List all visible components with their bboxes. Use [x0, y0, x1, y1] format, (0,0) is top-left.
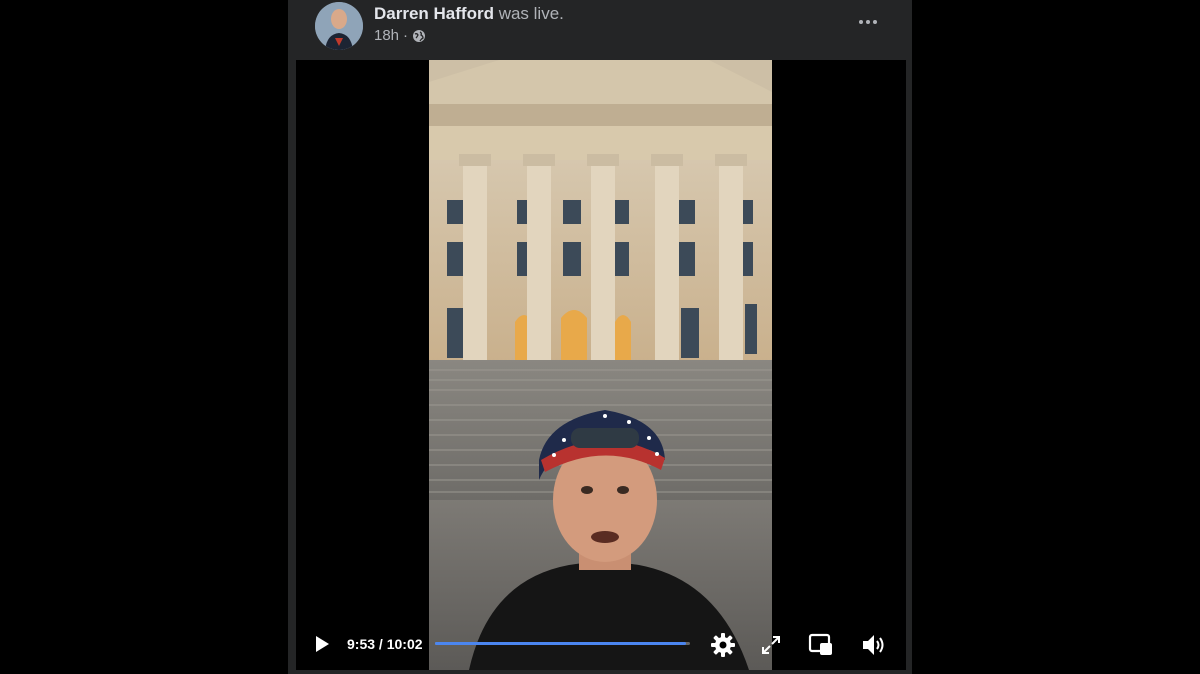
time-display: 9:53 / 10:02: [347, 636, 423, 652]
time-separator: /: [378, 636, 383, 652]
more-dot: [873, 20, 877, 24]
avatar-image: [315, 2, 363, 50]
live-status-text: was live.: [498, 4, 564, 23]
gear-icon[interactable]: [710, 632, 736, 658]
post-header: Darren Hafford was live. 18h ·: [288, 0, 912, 60]
expand-icon[interactable]: [760, 634, 782, 656]
picture-in-picture-icon[interactable]: [808, 632, 834, 658]
video-player[interactable]: 9:53 / 10:02: [296, 60, 906, 670]
video-controls: 9:53 / 10:02: [296, 626, 906, 666]
progress-fill: [435, 642, 687, 645]
play-icon[interactable]: [312, 634, 332, 654]
progress-bar[interactable]: [435, 642, 690, 645]
more-options-button[interactable]: [854, 10, 882, 34]
author-name[interactable]: Darren Hafford: [374, 4, 494, 23]
post-meta: 18h ·: [374, 27, 426, 44]
duration: 10:02: [386, 636, 423, 652]
video-still: [429, 60, 772, 670]
meta-separator: ·: [403, 27, 409, 44]
globe-icon: [413, 29, 426, 42]
video-frame[interactable]: [429, 60, 772, 670]
live-video-post: Darren Hafford was live. 18h · 9:53 / 10…: [288, 0, 912, 674]
volume-icon[interactable]: [860, 632, 888, 658]
more-dot: [859, 20, 863, 24]
current-time: 9:53: [347, 636, 376, 652]
avatar[interactable]: [315, 2, 363, 50]
more-dot: [866, 20, 870, 24]
post-timestamp[interactable]: 18h: [374, 27, 399, 44]
author-line: Darren Hafford was live.: [374, 4, 564, 24]
